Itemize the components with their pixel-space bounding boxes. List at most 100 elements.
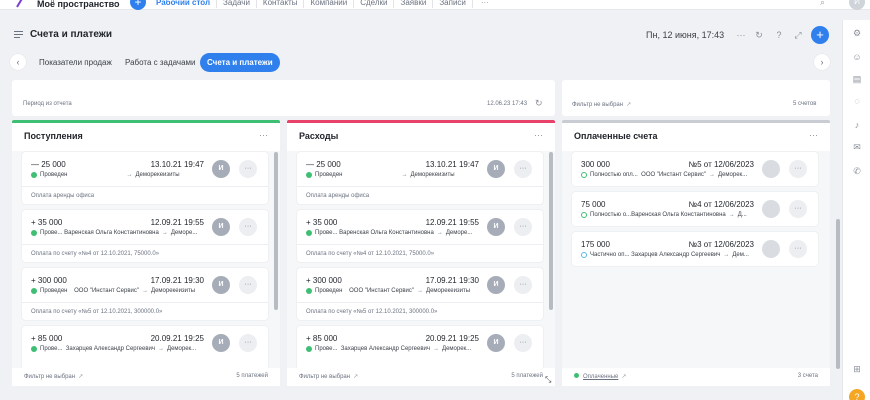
tab-invoices-payments[interactable]: Счета и платежи <box>200 53 280 72</box>
invoice-status: Полностью опл... ООО "Инстант Сервис" → Де… <box>581 172 747 178</box>
column-footer: Оплаченные ↗ 3 счета <box>562 368 830 386</box>
avatar[interactable]: И <box>487 160 505 178</box>
refresh-icon[interactable]: ↻ <box>754 30 764 41</box>
payment-card[interactable]: — 25 000 13.10.21 19:47 Проведен → Деморек… <box>22 152 268 204</box>
avatar[interactable]: И <box>212 334 230 352</box>
mail-icon[interactable]: ✉ <box>852 142 862 152</box>
nav-more-button[interactable]: ··· <box>473 0 489 8</box>
payment-amount: + 85 000 <box>31 334 63 343</box>
divider <box>22 244 268 245</box>
column-menu-icon[interactable]: ··· <box>259 130 268 140</box>
search-icon[interactable]: ⌕ <box>820 0 825 8</box>
payment-card[interactable]: + 300 000 17.09.21 19:30 Проведен ООО "И… <box>22 268 268 320</box>
payment-note: Оплата по счету «№5 от 12.10.2021, 30000… <box>31 309 163 315</box>
apps-icon[interactable]: ⊞ <box>852 364 862 374</box>
footer-filter-link[interactable]: Оплаченные ↗ <box>574 373 626 380</box>
chat-icon[interactable]: ◌ <box>852 96 862 106</box>
nav-tab-tasks[interactable]: Задачи <box>217 0 257 8</box>
card-more-button[interactable]: ··· <box>789 160 807 178</box>
column-menu-icon[interactable]: ··· <box>534 130 543 140</box>
payment-card[interactable]: + 85 000 20.09.21 19:25 Прове... Захарце… <box>22 326 268 370</box>
invoice-amount: 300 000 <box>581 160 610 169</box>
arrow-right-icon: → <box>723 252 730 258</box>
phone-icon[interactable]: ✆ <box>852 166 862 176</box>
avatar[interactable] <box>762 200 780 218</box>
invoice-number: №4 от 12/06/2023 <box>688 200 754 209</box>
status-dot-icon <box>581 172 587 178</box>
create-button[interactable]: + <box>130 0 146 10</box>
avatar[interactable]: И <box>487 276 505 294</box>
users-icon[interactable]: ☺ <box>852 52 862 62</box>
payment-card[interactable]: + 35 000 12.09.21 19:55 Прове... Варенск… <box>22 210 268 262</box>
card-more-button[interactable]: ··· <box>514 218 532 236</box>
avatar[interactable] <box>762 240 780 258</box>
column-title: Расходы <box>299 131 339 141</box>
logo-icon <box>16 0 23 8</box>
tab-sales-indicators[interactable]: Показатели продаж <box>33 53 118 72</box>
card-more-button[interactable]: ··· <box>514 276 532 294</box>
scrollbar[interactable] <box>549 152 553 310</box>
more-icon[interactable]: ··· <box>736 30 746 40</box>
filter-label[interactable]: Фильтр не выбран ↗ <box>572 101 631 108</box>
scrollbar[interactable] <box>836 219 840 369</box>
fullscreen-icon[interactable]: ⤢ <box>793 30 803 41</box>
user-avatar[interactable]: И <box>849 0 865 10</box>
footer-filter-link[interactable]: Фильтр не выбран ↗ <box>24 373 83 380</box>
invoice-card[interactable]: 75 000 №4 от 12/06/2023 Полностью о... Ва… <box>572 192 818 226</box>
status-dot-icon <box>306 288 312 294</box>
payment-status: Проведен ООО "Инстант Сервис" → Деморекеиз… <box>306 288 470 294</box>
avatar[interactable]: И <box>212 160 230 178</box>
period-filter-panel: Период из отчета 12.06.23 17:43 ↻ <box>12 80 555 116</box>
payment-card[interactable]: + 300 000 17.09.21 19:30 Проведен ООО "И… <box>297 268 543 320</box>
help-icon[interactable]: ? <box>774 30 784 40</box>
workspace-name[interactable]: Моё пространство <box>37 0 120 9</box>
nav-tab-companies[interactable]: Компании <box>304 0 355 8</box>
card-more-button[interactable]: ··· <box>789 240 807 258</box>
arrow-right-icon: → <box>709 172 716 178</box>
column-menu-icon[interactable]: ··· <box>809 130 818 140</box>
external-link-icon: ↗ <box>626 102 632 108</box>
top-navigation: Моё пространство ⌄ + Рабочий стол Задачи… <box>0 0 870 10</box>
calendar-icon[interactable]: ▤ <box>852 74 862 84</box>
card-more-button[interactable]: ··· <box>514 334 532 352</box>
payment-status: Прове... Варенская Ольга Константиновна →… <box>306 230 472 236</box>
scrollbar[interactable] <box>274 152 278 310</box>
help-fab-button[interactable]: ? <box>849 389 865 400</box>
nav-tab-contacts[interactable]: Контакты <box>257 0 305 8</box>
avatar[interactable]: И <box>212 276 230 294</box>
add-widget-button[interactable]: + <box>811 26 829 44</box>
card-more-button[interactable]: ··· <box>789 200 807 218</box>
invoice-card[interactable]: 175 000 №3 от 12/06/2023 Частично оп... … <box>572 232 818 266</box>
card-more-button[interactable]: ··· <box>239 218 257 236</box>
settings-icon[interactable]: ⚙ <box>852 28 862 38</box>
payment-card[interactable]: — 25 000 13.10.21 19:47 Проведен → Деморек… <box>297 152 543 204</box>
column-header: Поступления ··· <box>12 123 280 151</box>
nav-tab-requests[interactable]: Заявки <box>394 0 434 8</box>
avatar[interactable]: И <box>487 334 505 352</box>
avatar[interactable]: И <box>487 218 505 236</box>
chevron-left-icon[interactable]: ‹ <box>10 54 26 70</box>
chevron-down-icon[interactable]: ⌄ <box>112 0 118 7</box>
nav-tab-records[interactable]: Записи <box>433 0 473 8</box>
card-more-button[interactable]: ··· <box>239 160 257 178</box>
card-more-button[interactable]: ··· <box>239 334 257 352</box>
nav-tab-deals[interactable]: Сделки <box>354 0 395 8</box>
avatar[interactable] <box>762 160 780 178</box>
nav-tab-desktop[interactable]: Рабочий стол <box>150 0 218 8</box>
menu-icon[interactable] <box>14 31 23 39</box>
chevron-right-icon[interactable]: › <box>814 54 830 70</box>
arrow-right-icon: → <box>728 212 735 218</box>
bell-icon[interactable]: ♪ <box>852 120 862 130</box>
resize-handle-icon[interactable]: ⤡ <box>545 375 551 385</box>
invoice-card[interactable]: 300 000 №5 от 12/06/2023 Полностью опл..… <box>572 152 818 186</box>
card-more-button[interactable]: ··· <box>239 276 257 294</box>
payment-amount: + 35 000 <box>31 218 63 227</box>
payment-card[interactable]: + 35 000 12.09.21 19:55 Прове... Варенск… <box>297 210 543 262</box>
refresh-icon[interactable]: ↻ <box>535 98 543 109</box>
footer-filter-link[interactable]: Фильтр не выбран ↗ <box>299 373 358 380</box>
payment-card[interactable]: + 85 000 20.09.21 19:25 Прове... Захарце… <box>297 326 543 370</box>
card-more-button[interactable]: ··· <box>514 160 532 178</box>
status-dot-icon <box>31 172 37 178</box>
tab-task-work[interactable]: Работа с задачами <box>119 53 202 72</box>
avatar[interactable]: И <box>212 218 230 236</box>
